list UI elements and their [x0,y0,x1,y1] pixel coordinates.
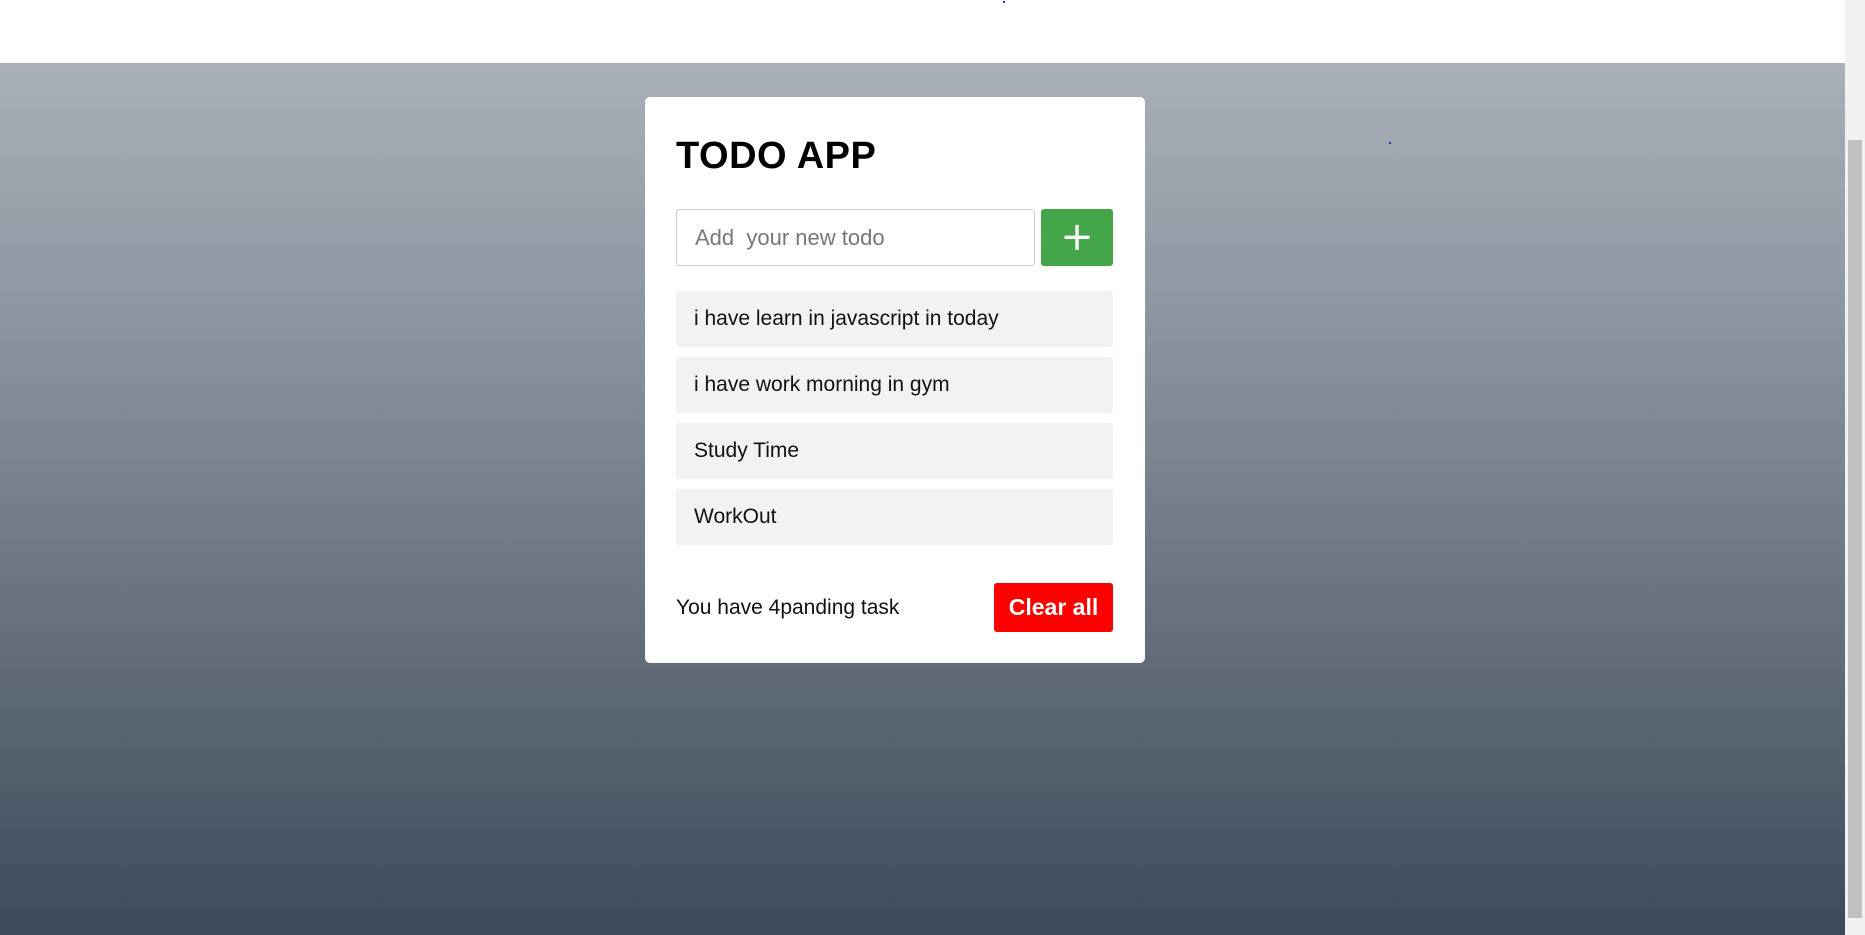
todo-item[interactable]: WorkOut [676,489,1113,545]
todo-item[interactable]: i have learn in javascript in today [676,291,1113,347]
page-header-area [0,0,1845,63]
stray-dot [1389,142,1391,144]
todo-item[interactable]: Study Time [676,423,1113,479]
scrollbar-thumb[interactable] [1848,140,1862,918]
todo-footer: You have 4panding task Clear all [676,583,1113,632]
todo-card: TODO APP + i have learn in javascript in… [645,97,1145,663]
pending-count-text: You have 4panding task [676,596,900,619]
todo-item[interactable]: i have work morning in gym [676,357,1113,413]
add-todo-form: + [676,209,1113,266]
vertical-scrollbar[interactable] [1845,0,1865,935]
add-todo-button[interactable]: + [1041,209,1113,266]
new-todo-input[interactable] [676,209,1035,266]
todo-list: i have learn in javascript in today i ha… [676,291,1113,555]
clear-all-button[interactable]: Clear all [994,583,1113,632]
stray-dot [1003,1,1005,3]
app-title: TODO APP [676,135,877,177]
